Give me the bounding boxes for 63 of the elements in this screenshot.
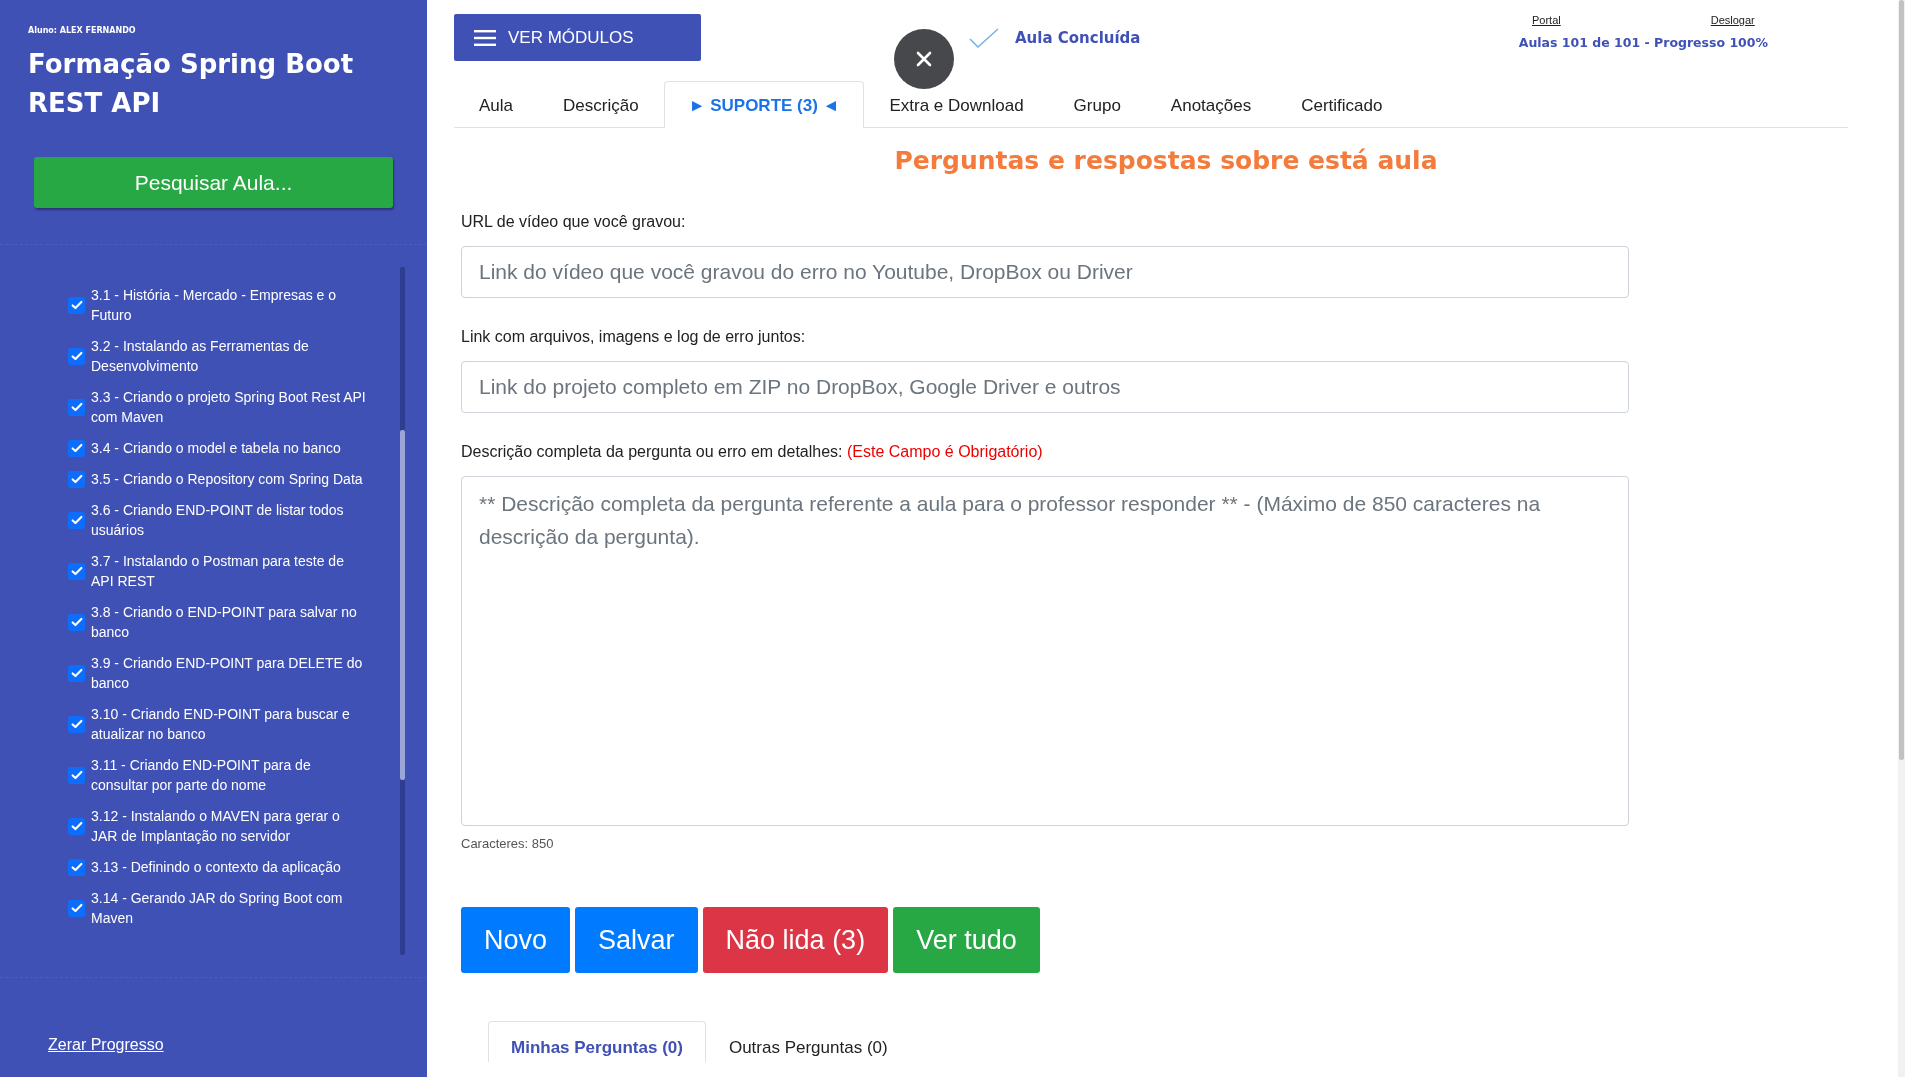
input-field[interactable]: Link do vídeo que você gravou do erro no Youtube, DropBox ou Driver: [461, 246, 1629, 298]
student-name: Aluno: ALEX FERNANDO: [28, 26, 137, 35]
reset-progress-link[interactable]: Zerar Progresso: [48, 1036, 164, 1054]
lesson-item[interactable]: 3.13 - Definindo o contexto da aplicação: [91, 857, 341, 877]
menu-icon: [474, 29, 496, 46]
lesson-checkbox[interactable]: [68, 899, 85, 917]
tab[interactable]: Descrição: [538, 81, 664, 128]
section-title: Perguntas e respostas sobre está aula: [893, 146, 1439, 175]
field-label: Link com arquivos, imagens e log de erro juntos:: [461, 328, 806, 345]
lesson-item[interactable]: 3.8 - Criando o END-POINT para salvar no banco: [91, 602, 366, 642]
lesson-item[interactable]: 3.9 - Criando END-POINT para DELETE do banco: [91, 653, 366, 693]
course-title: Formação Spring Boot REST API: [28, 48, 355, 120]
field-label: URL de vídeo que você gravou:: [461, 213, 686, 230]
lesson-checkbox[interactable]: [68, 511, 85, 529]
field-label: Descrição completa da pergunta ou erro em detalhes:: [461, 443, 843, 460]
tab[interactable]: Extra e Download: [864, 81, 1049, 128]
tab[interactable]: Grupo: [1048, 81, 1146, 128]
tab[interactable]: Certificado: [1276, 81, 1408, 128]
action-button[interactable]: Não lida (3): [702, 907, 889, 973]
check-icon: [969, 28, 999, 48]
lesson-item[interactable]: 3.5 - Criando o Repository com Spring Data: [91, 469, 363, 489]
lesson-checkbox[interactable]: [68, 562, 85, 580]
lesson-item[interactable]: 3.11 - Criando END-POINT para de consultar por parte do nome: [91, 755, 366, 795]
close-button[interactable]: [894, 29, 954, 89]
tab[interactable]: Anotações: [1145, 81, 1277, 128]
lesson-checkbox[interactable]: [68, 398, 85, 416]
progress-text: Aulas 101 de 101 - Progresso 100%: [1518, 35, 1768, 50]
tab[interactable]: Aula: [454, 81, 539, 128]
lesson-checkbox[interactable]: [68, 715, 85, 733]
lesson-checkbox[interactable]: [68, 470, 85, 488]
scrollbar[interactable]: [400, 267, 405, 955]
action-button[interactable]: Salvar: [575, 907, 698, 973]
page-scrollbar[interactable]: [1898, 0, 1905, 1077]
input-field[interactable]: Link do projeto completo em ZIP no DropBox, Google Driver e outros: [461, 361, 1629, 413]
lesson-status: Aula Concluída: [1015, 29, 1141, 47]
lesson-checkbox[interactable]: [68, 439, 85, 457]
close-icon: [914, 49, 934, 69]
questions-tab[interactable]: Minhas Perguntas (0): [488, 1021, 706, 1062]
lesson-checkbox[interactable]: [68, 296, 85, 314]
lesson-checkbox[interactable]: [68, 858, 85, 876]
lesson-item[interactable]: 3.10 - Criando END-POINT para buscar e atualizar no banco: [91, 704, 366, 744]
lesson-checkbox[interactable]: [68, 347, 85, 365]
account-link[interactable]: Portal: [1532, 14, 1561, 26]
lesson-item[interactable]: 3.2 - Instalando as Ferramentas de Desenvolvimento: [91, 336, 366, 376]
character-count: Caracteres: 850: [461, 836, 555, 851]
lesson-item[interactable]: 3.14 - Gerando JAR do Spring Boot com Maven: [91, 888, 366, 928]
lesson-item[interactable]: 3.1 - História - Mercado - Empresas e o Futuro: [91, 285, 366, 325]
action-button[interactable]: Novo: [461, 907, 571, 973]
lesson-checkbox[interactable]: [68, 664, 85, 682]
questions-tab[interactable]: Outras Perguntas (0): [705, 1021, 911, 1062]
lesson-item[interactable]: 3.7 - Instalando o Postman para teste de API REST: [91, 551, 366, 591]
tab[interactable]: ► SUPORTE (3) ◄: [663, 81, 865, 128]
lesson-item[interactable]: 3.3 - Criando o projeto Spring Boot Rest API com Maven: [91, 387, 366, 427]
lesson-item[interactable]: 3.6 - Criando END-POINT de listar todos usuários: [91, 500, 366, 540]
required-note: (Este Campo é Obrigatório): [846, 443, 1043, 460]
lesson-checkbox[interactable]: [68, 613, 85, 631]
lesson-checkbox[interactable]: [68, 817, 85, 835]
description-field[interactable]: ** Descrição completa da pergunta referente a aula para o professor responder ** - (Máximo de 850 caracteres na descrição da pergunta).: [461, 476, 1629, 826]
lesson-checkbox[interactable]: [68, 766, 85, 784]
account-link[interactable]: Deslogar: [1710, 14, 1755, 26]
modules-button[interactable]: VER MÓDULOS: [454, 14, 701, 61]
lesson-item[interactable]: 3.4 - Criando o model e tabela no banco: [91, 438, 341, 458]
lesson-item[interactable]: 3.12 - Instalando o MAVEN para gerar o JAR de Implantação no servidor: [91, 806, 366, 846]
